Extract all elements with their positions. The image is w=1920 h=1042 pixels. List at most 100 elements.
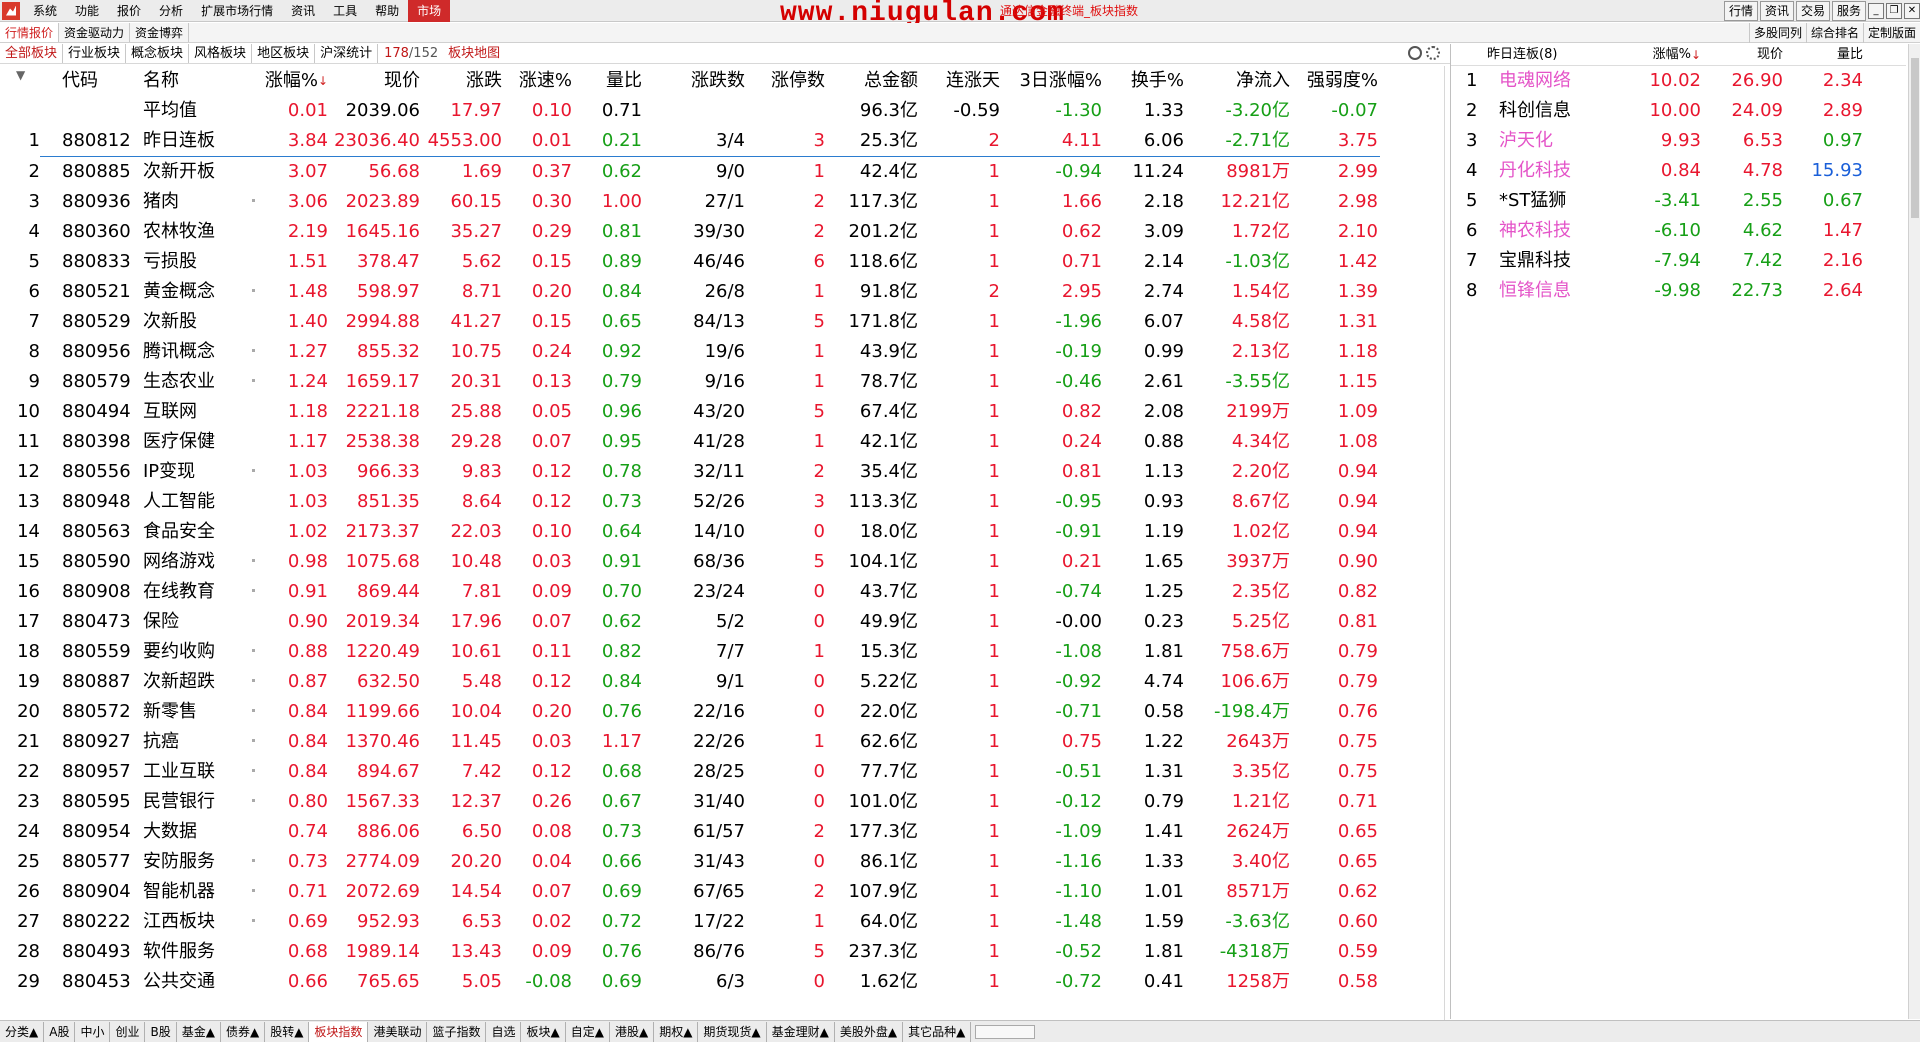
market-tab[interactable]: 分类▲ [0, 1021, 45, 1042]
market-tab[interactable]: 股转▲ [265, 1021, 310, 1042]
list-item[interactable]: 1 电魂网络 10.02 26.90 2.34 [1451, 66, 1906, 96]
close-icon[interactable]: ✕ [1904, 3, 1920, 19]
menu-item[interactable]: 功能 [66, 0, 108, 22]
table-row[interactable]: 5 880833 亏损股 1.51 378.47 5.62 0.15 0.89 46/46 6 11… [0, 247, 1450, 277]
col-change[interactable]: 涨跌 [420, 66, 502, 96]
market-tab[interactable]: 自选 [486, 1021, 522, 1042]
table-row[interactable]: 14 880563 食品安全 1.02 2173.37 22.03 0.10 0.64 14/1… [0, 517, 1450, 547]
col-limit-up[interactable]: 涨停数 [745, 66, 825, 96]
col-price[interactable]: 现价 [330, 66, 420, 96]
layout-tab[interactable]: 多股同列 [1748, 23, 1806, 43]
market-tab[interactable]: B股 [145, 1021, 177, 1042]
table-row[interactable]: 29 880453 公共交通 0.66 765.65 5.05 -0.08 0.69 6/3 0 1… [0, 967, 1450, 997]
list-item[interactable]: 2 科创信息 10.00 24.09 2.89 [1451, 96, 1906, 126]
table-row[interactable]: 3 880936 猪肉 3.06 2023.89 60.15 0.30 1.00 27/1 2 11… [0, 187, 1450, 217]
table-row[interactable]: 21 880927 抗癌 0.84 1370.46 11.45 0.03 1.17 22/26 1… [0, 727, 1450, 757]
col-volume-ratio[interactable]: 量比 [570, 66, 642, 96]
gear-icon[interactable] [1426, 46, 1440, 60]
col-pct[interactable]: 涨幅%↓ [230, 66, 328, 96]
scroll-thumb[interactable] [1911, 58, 1919, 218]
table-row[interactable]: 6 880521 黄金概念 1.48 598.97 8.71 0.20 0.84 26/8 1 91… [0, 277, 1450, 307]
table-row[interactable]: 2 880885 次新开板 3.07 56.68 1.69 0.37 0.62 9/0 1 42.4… [0, 157, 1450, 187]
market-tab[interactable]: 基金▲ [177, 1021, 221, 1042]
table-row[interactable]: 27 880222 江西板块 0.69 952.93 6.53 0.02 0.72 17/22 1… [0, 907, 1450, 937]
col-strength[interactable]: 强弱度% [1290, 66, 1378, 96]
list-item[interactable]: 3 泸天化 9.93 6.53 0.97 [1451, 126, 1906, 156]
top-button[interactable]: 服务 [1831, 1, 1866, 21]
list-item[interactable]: 6 神农科技 -6.10 4.62 1.47 [1451, 216, 1906, 246]
function-tab[interactable]: 资金博弈 [130, 23, 190, 42]
sector-tab[interactable]: 行业板块 [63, 44, 127, 63]
search-icon[interactable] [1408, 46, 1422, 60]
right-col-volume-ratio[interactable]: 量比 [1783, 44, 1863, 66]
table-row[interactable]: 25 880577 安防服务 0.73 2774.09 20.20 0.04 0.66 31/4… [0, 847, 1450, 877]
col-code[interactable]: 代码 [62, 66, 132, 96]
minimize-icon[interactable]: _ [1868, 3, 1884, 19]
col-amount[interactable]: 总金额 [825, 66, 918, 96]
table-row[interactable]: 4 880360 农林牧渔 2.19 1645.16 35.27 0.29 0.81 39/30… [0, 217, 1450, 247]
market-tab[interactable]: A股 [44, 1021, 76, 1042]
market-tab[interactable]: 基金理财▲ [767, 1021, 835, 1042]
table-row[interactable]: 7 880529 次新股 1.40 2994.88 41.27 0.15 0.65 84/13 5… [0, 307, 1450, 337]
right-col-price[interactable]: 现价 [1703, 44, 1783, 66]
col-3day-change[interactable]: 3日涨幅% [1000, 66, 1102, 96]
table-row[interactable]: 22 880957 工业互联 0.84 894.67 7.42 0.12 0.68 28/25 0… [0, 757, 1450, 787]
table-row[interactable]: 8 880956 腾讯概念 1.27 855.32 10.75 0.24 0.92 19/6 1 4… [0, 337, 1450, 367]
menu-item[interactable]: 分析 [150, 0, 192, 22]
market-tab[interactable]: 创业 [110, 1021, 146, 1042]
menu-market[interactable]: 市场 [408, 0, 451, 22]
market-tab[interactable]: 美股外盘▲ [835, 1021, 904, 1042]
table-row[interactable]: 26 880904 智能机器 0.71 2072.69 14.54 0.07 0.69 67/6… [0, 877, 1450, 907]
table-row[interactable]: 28 880493 软件服务 0.68 1989.14 13.43 0.09 0.76 86/7… [0, 937, 1450, 967]
table-row[interactable]: 9 880579 生态农业 1.24 1659.17 20.31 0.13 0.79 9/16 1… [0, 367, 1450, 397]
market-tab[interactable]: 港美联动 [368, 1021, 428, 1042]
list-item[interactable]: 4 丹化科技 0.84 4.78 15.93 [1451, 156, 1906, 186]
right-panel-title[interactable]: 昨日连板(8) [1487, 44, 1557, 66]
layout-tab[interactable]: 综合排名 [1805, 23, 1863, 43]
market-tab[interactable]: 期货现货▲ [698, 1021, 767, 1042]
top-button[interactable]: 交易 [1795, 1, 1830, 21]
market-tab[interactable]: 港股▲ [610, 1021, 655, 1042]
function-tab[interactable]: 资金驱动力 [59, 23, 131, 42]
market-tab[interactable]: 中小 [75, 1021, 111, 1042]
market-tab[interactable]: 期权▲ [654, 1021, 699, 1042]
col-turnover[interactable]: 换手% [1100, 66, 1184, 96]
list-item[interactable]: 7 宝鼎科技 -7.94 7.42 2.16 [1451, 246, 1906, 276]
menu-item[interactable]: 扩展市场行情 [192, 0, 282, 22]
market-tab[interactable]: 板块▲ [521, 1021, 566, 1042]
sector-tab[interactable]: 沪深统计 [315, 44, 379, 63]
col-speed[interactable]: 涨速% [500, 66, 572, 96]
market-tab[interactable]: 债券▲ [221, 1021, 266, 1042]
horizontal-scrollbar[interactable] [975, 1024, 1036, 1039]
menu-item[interactable]: 帮助 [366, 0, 408, 22]
table-row[interactable]: 12 880556 IP变现 1.03 966.33 9.83 0.12 0.78 32/11 2… [0, 457, 1450, 487]
table-row[interactable]: 11 880398 医疗保健 1.17 2538.38 29.28 0.07 0.95 41/2… [0, 427, 1450, 457]
vertical-scrollbar[interactable] [1908, 44, 1920, 1019]
sort-toggle-icon[interactable]: ▼ [16, 60, 25, 90]
top-button[interactable]: 资讯 [1759, 1, 1794, 21]
list-item[interactable]: 5 *ST猛狮 -3.41 2.55 0.67 [1451, 186, 1906, 216]
sector-tab[interactable]: 风格板块 [189, 44, 253, 63]
table-row[interactable]: 17 880473 保险 0.90 2019.34 17.96 0.07 0.62 5/2 0 49… [0, 607, 1450, 637]
menu-item[interactable]: 系统 [24, 0, 66, 22]
table-row[interactable]: 24 880954 大数据 0.74 886.06 6.50 0.08 0.73 61/57 2 1… [0, 817, 1450, 847]
market-tab[interactable]: 篮子指数 [427, 1021, 487, 1042]
market-tab[interactable]: 板块指数 [309, 1021, 369, 1042]
col-up-down[interactable]: 涨跌数 [655, 66, 745, 96]
restore-icon[interactable]: ❐ [1886, 3, 1902, 19]
table-row[interactable]: 15 880590 网络游戏 0.98 1075.68 10.48 0.03 0.91 68/3… [0, 547, 1450, 577]
table-row[interactable]: 23 880595 民营银行 0.80 1567.33 12.37 0.26 0.67 31/4… [0, 787, 1450, 817]
col-consecutive-days[interactable]: 连涨天 [920, 66, 1000, 96]
list-item[interactable]: 8 恒锋信息 -9.98 22.73 2.64 [1451, 276, 1906, 306]
market-tab[interactable]: 其它品种▲ [903, 1021, 972, 1042]
right-col-pct[interactable]: 涨幅%↓ [1611, 44, 1701, 66]
market-tab[interactable]: 自定▲ [566, 1021, 610, 1042]
table-row[interactable]: 10 880494 互联网 1.18 2221.18 25.88 0.05 0.96 43/20… [0, 397, 1450, 427]
sector-map-link[interactable]: 板块地图 [444, 44, 500, 63]
table-row[interactable]: 19 880887 次新超跌 0.87 632.50 5.48 0.12 0.84 9/1 0 5.… [0, 667, 1450, 697]
menu-item[interactable]: 工具 [324, 0, 366, 22]
menu-item[interactable]: 资讯 [282, 0, 324, 22]
sector-tab[interactable]: 概念板块 [126, 44, 190, 63]
sector-tab[interactable]: 全部板块 [0, 44, 64, 63]
table-row[interactable]: 20 880572 新零售 0.84 1199.66 10.04 0.20 0.76 22/16… [0, 697, 1450, 727]
